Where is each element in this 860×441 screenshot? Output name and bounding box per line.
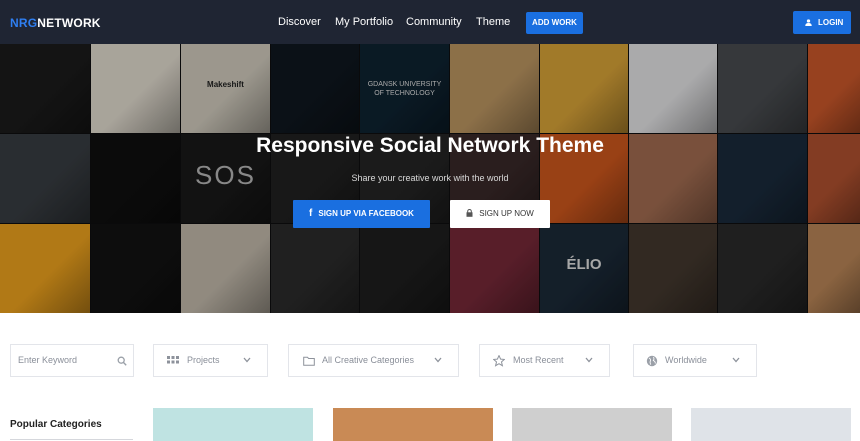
hero-subtitle: Share your creative work with the world [351, 173, 509, 183]
sort-label: Most Recent [513, 355, 564, 365]
nav-link-my-portfolio[interactable]: My Portfolio [335, 16, 393, 28]
login-button[interactable]: LOGIN [793, 11, 851, 34]
folder-icon [303, 356, 315, 366]
popular-categories-title: Popular Categories [10, 419, 102, 430]
sort-dropdown[interactable]: Most Recent [479, 344, 610, 377]
location-dropdown[interactable]: Worldwide [633, 344, 757, 377]
project-card[interactable] [512, 408, 672, 441]
keyword-placeholder: Enter Keyword [18, 355, 78, 365]
chevron-down-icon [243, 357, 251, 363]
nav-link-theme[interactable]: Theme [476, 16, 510, 28]
project-card[interactable] [691, 408, 851, 441]
facebook-signup-label: SIGN UP VIA FACEBOOK [318, 209, 414, 218]
star-icon [493, 355, 505, 367]
add-work-button[interactable]: ADD WORK [526, 12, 583, 34]
nav-link-community[interactable]: Community [406, 16, 462, 28]
site-logo[interactable]: NRGNETWORK [10, 16, 101, 30]
location-label: Worldwide [665, 355, 707, 365]
hero-title: Responsive Social Network Theme [256, 134, 604, 157]
title-divider [10, 439, 133, 440]
categories-label: All Creative Categories [322, 355, 415, 365]
lock-icon [466, 209, 473, 217]
nav-link-discover[interactable]: Discover [278, 16, 321, 28]
chevron-down-icon [434, 357, 442, 363]
project-card[interactable] [333, 408, 493, 441]
categories-dropdown[interactable]: All Creative Categories [288, 344, 459, 377]
signup-label: SIGN UP NOW [479, 209, 534, 218]
top-navbar: NRGNETWORK Discover My Portfolio Communi… [0, 0, 860, 44]
chevron-down-icon [732, 357, 740, 363]
grid-icon [167, 356, 179, 364]
logo-part-2: NETWORK [37, 16, 101, 30]
login-label: LOGIN [818, 18, 844, 27]
keyword-search[interactable]: Enter Keyword [10, 344, 134, 377]
signup-button[interactable]: SIGN UP NOW [450, 200, 550, 228]
logo-part-1: NRG [10, 16, 38, 30]
projects-dropdown[interactable]: Projects [153, 344, 268, 377]
project-card[interactable] [153, 408, 313, 441]
hero-banner: Makeshift GDANSK UNIVERSITY OF TECHNOLOGY… [0, 44, 860, 313]
search-icon[interactable] [117, 356, 127, 366]
projects-label: Projects [187, 355, 220, 365]
user-icon [805, 19, 812, 26]
facebook-signup-button[interactable]: f SIGN UP VIA FACEBOOK [293, 200, 430, 228]
facebook-icon: f [309, 208, 313, 219]
globe-icon [646, 355, 658, 367]
chevron-down-icon [585, 357, 593, 363]
